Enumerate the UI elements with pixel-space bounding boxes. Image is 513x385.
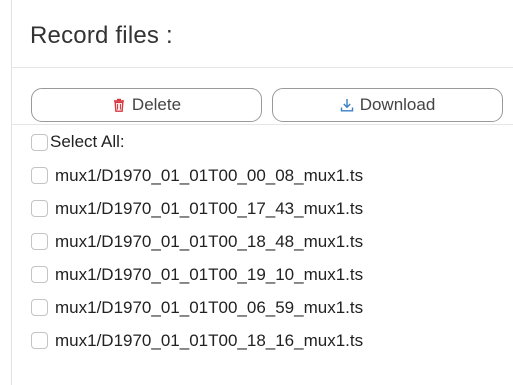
delete-button[interactable]: Delete [31,88,262,122]
file-checkbox[interactable] [31,167,48,184]
list-item: mux1/D1970_01_01T00_18_48_mux1.ts [12,225,513,258]
select-all-label: Select All: [50,132,125,151]
trash-icon [112,98,126,112]
file-list: Select All: mux1/D1970_01_01T00_00_08_mu… [12,124,513,357]
select-all-checkbox[interactable] [31,133,48,151]
file-name: mux1/D1970_01_01T00_06_59_mux1.ts [55,297,364,317]
download-icon [340,98,354,112]
file-name: mux1/D1970_01_01T00_18_16_mux1.ts [55,330,364,350]
file-checkbox[interactable] [31,266,48,283]
toolbar: Delete Download [31,88,503,122]
list-item: mux1/D1970_01_01T00_06_59_mux1.ts [12,291,513,324]
list-item: mux1/D1970_01_01T00_19_10_mux1.ts [12,258,513,291]
file-name: mux1/D1970_01_01T00_00_08_mux1.ts [55,165,364,185]
file-checkbox[interactable] [31,332,48,349]
select-all-row: Select All: [12,125,513,159]
file-name: mux1/D1970_01_01T00_19_10_mux1.ts [55,264,364,284]
page-title: Record files : [30,22,173,49]
file-name: mux1/D1970_01_01T00_17_43_mux1.ts [55,198,364,218]
file-name: mux1/D1970_01_01T00_18_48_mux1.ts [55,231,364,251]
download-button-label: Download [359,95,436,114]
delete-button-label: Delete [131,95,182,114]
list-item: mux1/D1970_01_01T00_00_08_mux1.ts [12,159,513,192]
panel-header: Record files : [12,0,513,68]
list-item: mux1/D1970_01_01T00_17_43_mux1.ts [12,192,513,225]
file-checkbox[interactable] [31,233,48,250]
download-button[interactable]: Download [272,88,503,122]
file-checkbox[interactable] [31,299,48,316]
file-checkbox[interactable] [31,200,48,217]
record-files-panel: Record files : Delete Download Select Al… [11,0,513,385]
list-item: mux1/D1970_01_01T00_18_16_mux1.ts [12,324,513,357]
